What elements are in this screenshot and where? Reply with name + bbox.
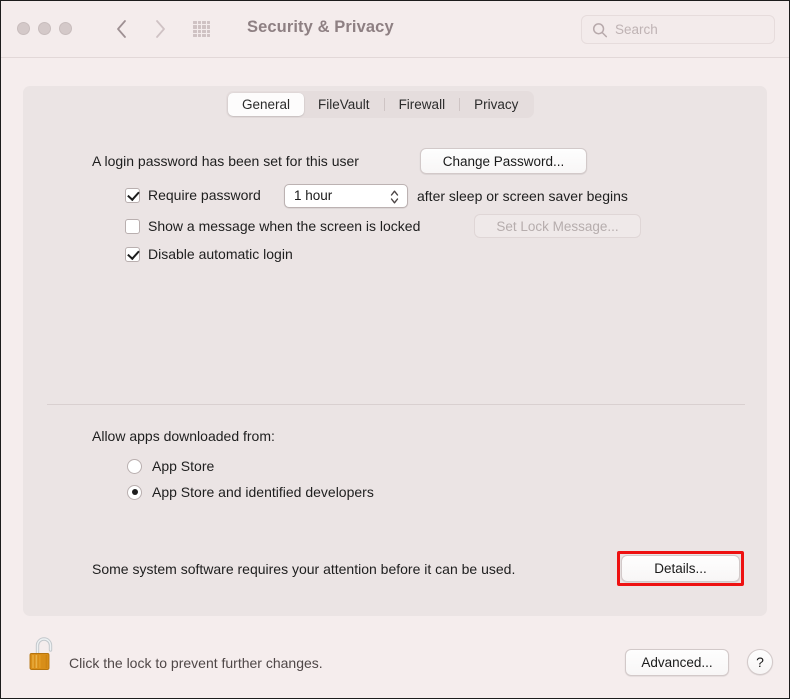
back-button[interactable]	[113, 15, 131, 43]
identified-developers-radio[interactable]	[127, 484, 142, 500]
close-button[interactable]	[17, 22, 30, 35]
traffic-lights	[17, 22, 72, 35]
change-password-button[interactable]: Change Password...	[420, 148, 587, 174]
disable-automatic-login-label: Disable automatic login	[148, 246, 293, 262]
search-placeholder: Search	[615, 22, 658, 37]
app-store-label: App Store	[152, 458, 215, 474]
allow-apps-option-identified-developers[interactable]: App Store and identified developers	[127, 484, 374, 500]
disable-automatic-login-row[interactable]: Disable automatic login	[125, 246, 293, 262]
show-lock-message-row[interactable]: Show a message when the screen is locked	[125, 218, 420, 234]
tab-bar: General FileVault Firewall Privacy	[226, 91, 535, 118]
tab-firewall[interactable]: Firewall	[385, 93, 460, 116]
require-password-label: Require password	[148, 187, 261, 203]
advanced-button[interactable]: Advanced...	[625, 649, 729, 676]
disable-automatic-login-checkbox[interactable]	[125, 246, 140, 262]
forward-button[interactable]	[151, 15, 169, 43]
attention-notice-label: Some system software requires your atten…	[92, 561, 516, 577]
help-button[interactable]: ?	[747, 649, 773, 675]
page-title: Security & Privacy	[247, 18, 394, 36]
require-password-checkbox[interactable]	[125, 187, 140, 203]
maximize-button[interactable]	[59, 22, 72, 35]
minimize-button[interactable]	[38, 22, 51, 35]
allow-apps-option-app-store[interactable]: App Store	[127, 458, 214, 474]
show-lock-message-label: Show a message when the screen is locked	[148, 218, 421, 234]
password-status-label: A login password has been set for this u…	[92, 153, 359, 169]
set-lock-message-button[interactable]: Set Lock Message...	[474, 214, 641, 238]
require-password-suffix-label: after sleep or screen saver begins	[417, 188, 628, 204]
tab-filevault[interactable]: FileVault	[304, 93, 384, 116]
details-button[interactable]: Details...	[621, 555, 740, 582]
security-privacy-window: Security & Privacy Search General FileVa…	[0, 0, 790, 699]
allow-apps-heading: Allow apps downloaded from:	[92, 428, 275, 444]
require-password-interval-popup[interactable]: 1 hour	[284, 184, 408, 208]
navigation-arrows	[113, 15, 169, 43]
stepper-chevrons-icon	[390, 189, 399, 210]
lock-message-label: Click the lock to prevent further change…	[69, 655, 323, 671]
identified-developers-label: App Store and identified developers	[152, 484, 374, 500]
app-store-radio[interactable]	[127, 458, 142, 474]
require-password-row[interactable]: Require password	[125, 187, 261, 203]
tab-privacy[interactable]: Privacy	[460, 93, 532, 116]
tab-general[interactable]: General	[228, 93, 305, 116]
require-password-interval-value: 1 hour	[294, 188, 333, 203]
window-toolbar: Security & Privacy Search	[1, 1, 789, 58]
search-input[interactable]: Search	[581, 15, 775, 44]
show-lock-message-checkbox[interactable]	[125, 218, 140, 234]
section-divider	[47, 404, 745, 405]
unlocked-padlock-icon[interactable]	[27, 634, 63, 678]
search-icon	[592, 22, 608, 44]
show-all-grid-icon[interactable]	[193, 21, 210, 37]
